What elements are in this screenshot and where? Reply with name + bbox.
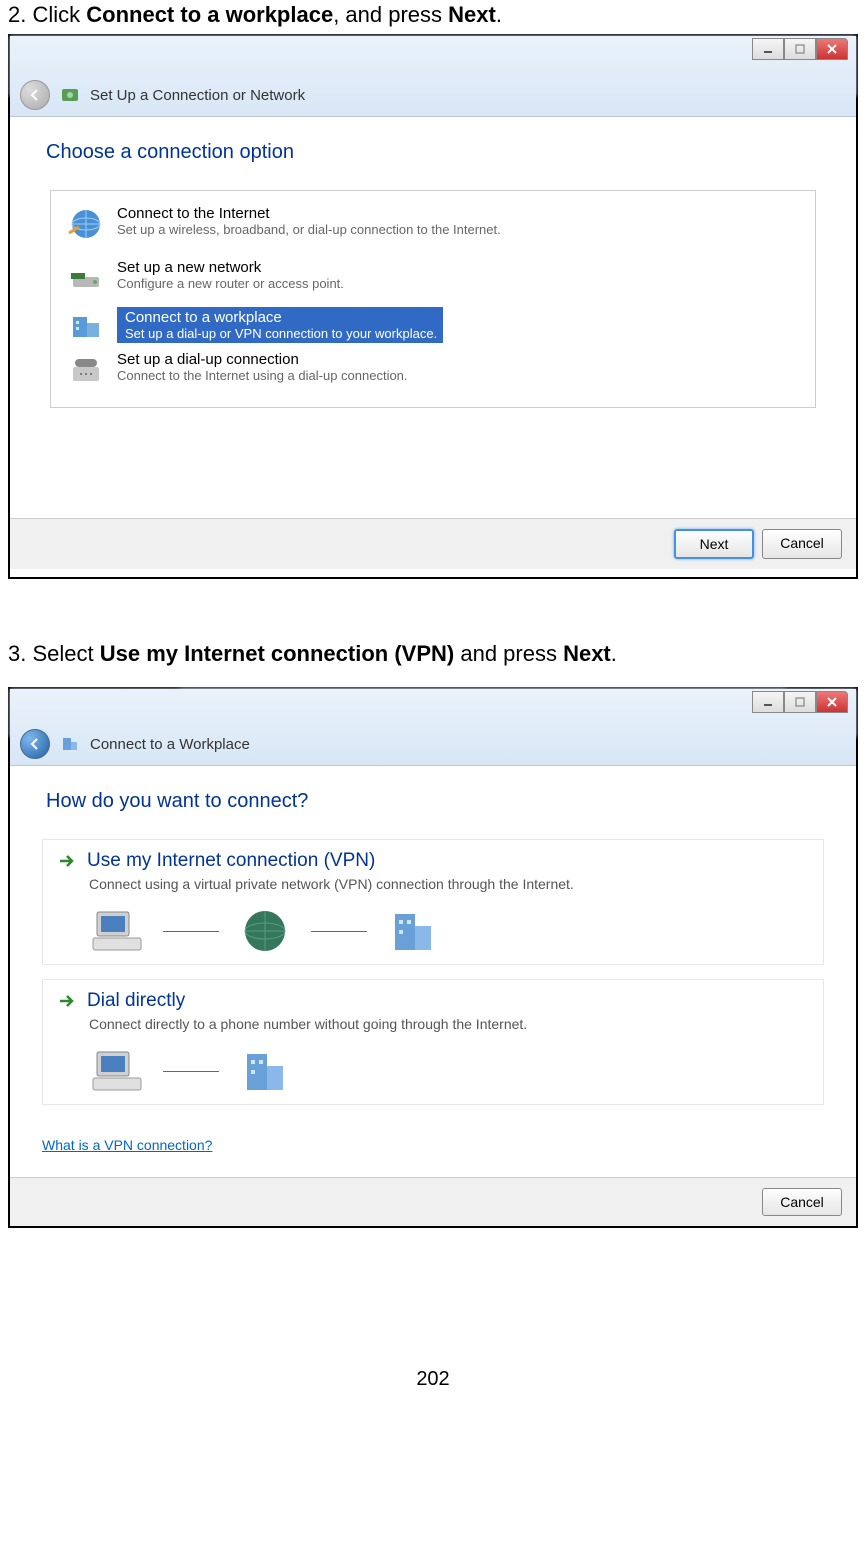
globe-icon [67, 205, 105, 243]
text: 3. Select [8, 641, 100, 666]
minimize-button[interactable] [752, 38, 784, 60]
minimize-icon [763, 44, 773, 54]
text: . [611, 641, 617, 666]
choice-list: Use my Internet connection (VPN) Connect… [42, 839, 824, 1119]
globe-icon [237, 908, 293, 954]
text: 2. Click [8, 2, 86, 27]
option-list: Connect to the Internet Set up a wireles… [50, 190, 816, 408]
window-controls [752, 38, 848, 60]
screenshot-1: Set Up a Connection or Network Choose a … [8, 34, 858, 579]
phone-icon [67, 351, 105, 389]
close-button[interactable] [816, 38, 848, 60]
back-button[interactable] [20, 729, 50, 759]
dialog-footer: Cancel [10, 1177, 856, 1226]
option-workplace[interactable]: Connect to a workplace Set up a dial-up … [117, 307, 443, 343]
network-icon [60, 85, 80, 105]
bold-text: Connect to a workplace [86, 2, 333, 27]
computer-icon [89, 1048, 145, 1094]
building-icon [385, 908, 441, 954]
page-number: 202 [0, 1368, 866, 1401]
choice-vpn[interactable]: Use my Internet connection (VPN) Connect… [42, 839, 824, 965]
option-dialup[interactable]: Set up a dial-up connection Connect to t… [59, 345, 807, 395]
content-area: Choose a connection option Connect to th… [10, 117, 856, 577]
maximize-button[interactable] [784, 38, 816, 60]
help-link[interactable]: What is a VPN connection? [42, 1137, 828, 1153]
router-icon [67, 259, 105, 297]
content-area: How do you want to connect? Use my Inter… [10, 766, 856, 1226]
bold-text: Next [448, 2, 496, 27]
choice-title: Dial directly [87, 990, 185, 1012]
option-title: Set up a dial-up connection [117, 351, 408, 368]
option-title: Set up a new network [117, 259, 344, 276]
choice-dial[interactable]: Dial directly Connect directly to a phon… [42, 979, 824, 1105]
vpn-diagram [89, 908, 809, 954]
maximize-icon [795, 44, 805, 54]
choice-title: Use my Internet connection (VPN) [87, 850, 375, 872]
close-icon [826, 696, 838, 708]
window-controls [752, 691, 848, 713]
dial-diagram [89, 1048, 809, 1094]
cancel-button[interactable]: Cancel [762, 529, 842, 559]
back-arrow-icon [27, 87, 43, 103]
close-button[interactable] [816, 691, 848, 713]
window-title: Connect to a Workplace [90, 736, 250, 753]
screenshot-2: Connect to a Workplace How do you want t… [8, 687, 858, 1228]
close-icon [826, 43, 838, 55]
titlebar: Set Up a Connection or Network [10, 36, 856, 117]
text: , and press [333, 2, 448, 27]
workplace-icon [60, 734, 80, 754]
minimize-button[interactable] [752, 691, 784, 713]
option-subtitle: Connect to the Internet using a dial-up … [117, 368, 408, 383]
minimize-icon [763, 697, 773, 707]
bold-text: Use my Internet connection (VPN) [100, 641, 455, 666]
option-new-network[interactable]: Set up a new network Configure a new rou… [59, 253, 807, 303]
cancel-button[interactable]: Cancel [762, 1188, 842, 1216]
connection-line [163, 1071, 219, 1072]
choice-subtitle: Connect using a virtual private network … [89, 876, 809, 892]
option-subtitle: Configure a new router or access point. [117, 276, 344, 291]
text: and press [454, 641, 563, 666]
choice-subtitle: Connect directly to a phone number witho… [89, 1016, 809, 1032]
maximize-icon [795, 697, 805, 707]
back-button[interactable] [20, 80, 50, 110]
maximize-button[interactable] [784, 691, 816, 713]
option-subtitle: Set up a wireless, broadband, or dial-up… [117, 222, 501, 237]
workplace-icon [67, 307, 105, 345]
step3-instruction: 3. Select Use my Internet connection (VP… [0, 639, 866, 673]
step2-instruction: 2. Click Connect to a workplace, and pre… [0, 0, 866, 34]
option-title: Connect to a workplace [125, 309, 437, 326]
next-button[interactable]: Next [674, 529, 754, 559]
dialog-footer: Next Cancel [10, 518, 856, 569]
titlebar: Connect to a Workplace [10, 689, 856, 766]
building-icon [237, 1048, 293, 1094]
dialog-heading: Choose a connection option [38, 141, 828, 164]
option-title: Connect to the Internet [117, 205, 501, 222]
text: . [496, 2, 502, 27]
bold-text: Next [563, 641, 611, 666]
arrow-right-icon [57, 851, 77, 871]
computer-icon [89, 908, 145, 954]
option-internet[interactable]: Connect to the Internet Set up a wireles… [59, 199, 807, 249]
back-arrow-icon [27, 736, 43, 752]
option-subtitle: Set up a dial-up or VPN connection to yo… [125, 326, 437, 341]
connection-line [163, 931, 219, 932]
window-title: Set Up a Connection or Network [90, 87, 305, 104]
dialog-heading: How do you want to connect? [38, 790, 828, 813]
arrow-right-icon [57, 991, 77, 1011]
connection-line [311, 931, 367, 932]
